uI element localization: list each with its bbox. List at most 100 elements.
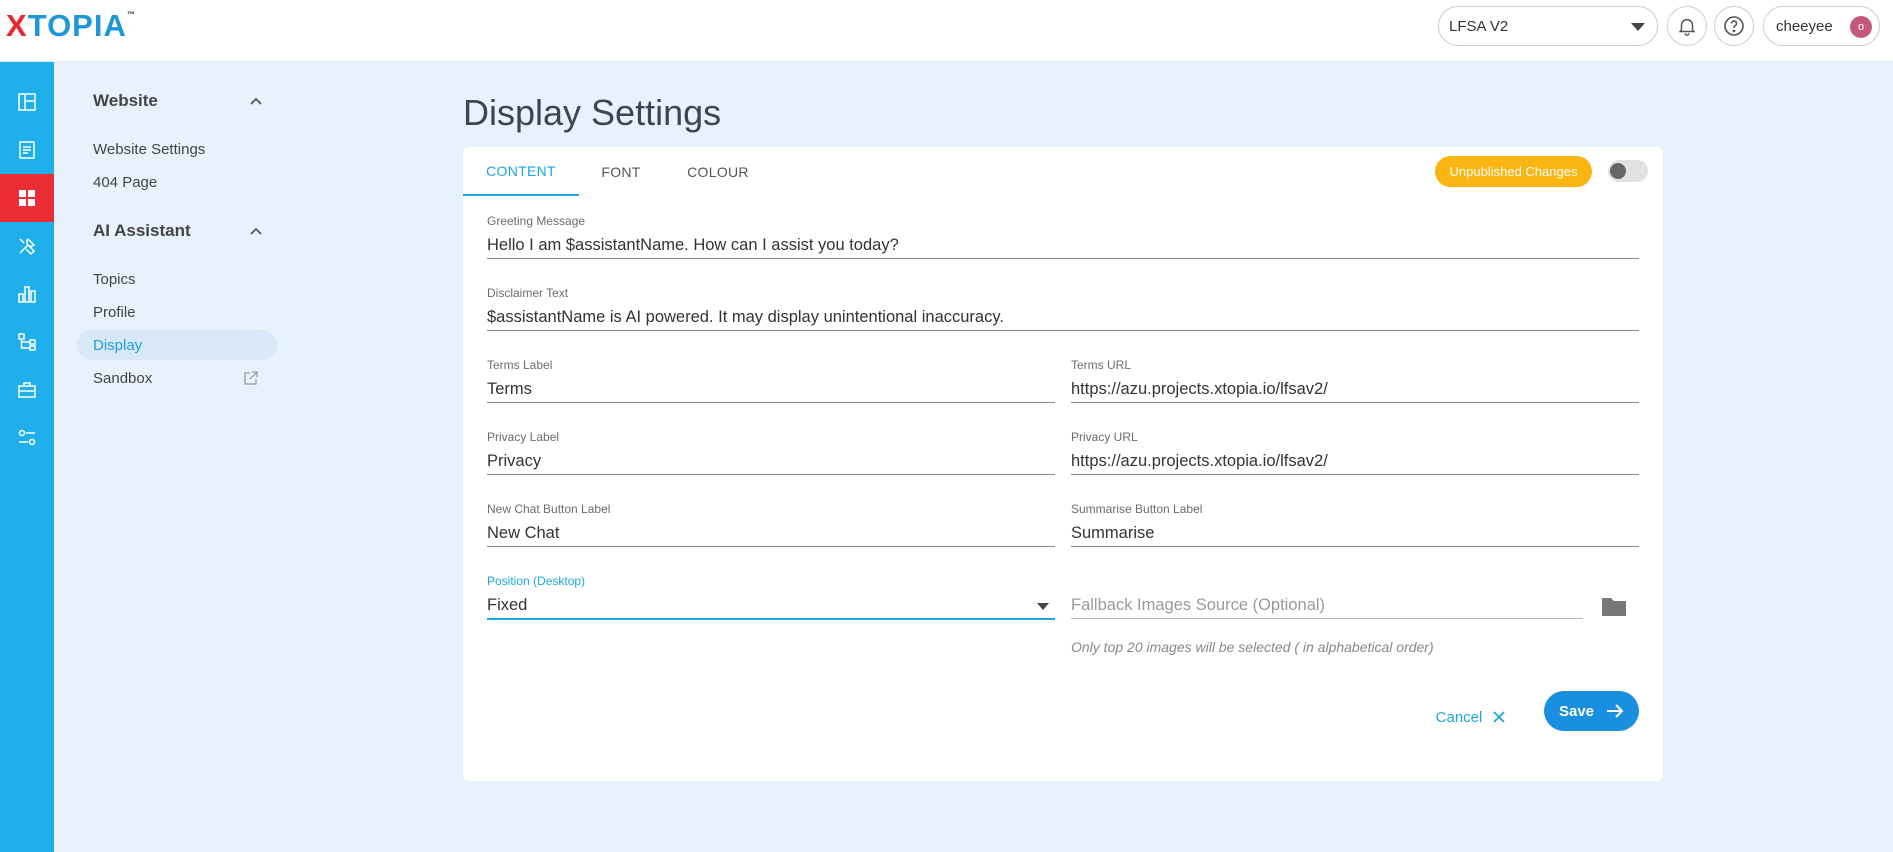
sidebar-item-sandbox[interactable]: Sandbox — [93, 363, 273, 393]
field-label: Privacy URL — [1071, 430, 1138, 444]
sidebar-item-profile[interactable]: Profile — [93, 297, 273, 327]
rail-item-settings[interactable] — [0, 414, 54, 462]
cancel-button[interactable]: Cancel — [1421, 697, 1521, 737]
sidebar-item-label: Sandbox — [93, 369, 153, 387]
field-label: Position (Desktop) — [487, 574, 586, 588]
briefcase-icon — [18, 382, 36, 398]
greeting-message-field[interactable]: Greeting Message Hello I am $assistantNa… — [487, 213, 1639, 259]
close-icon — [1493, 711, 1505, 723]
privacy-label-field[interactable]: Privacy Label Privacy — [487, 429, 1055, 475]
project-select-value: LFSA V2 — [1449, 17, 1509, 35]
rail-item-analytics[interactable] — [0, 270, 54, 318]
folder-icon — [1602, 598, 1626, 616]
field-label: Terms Label — [487, 358, 553, 372]
field-value[interactable]: Terms — [487, 376, 1055, 402]
rail-item-sitemap[interactable] — [0, 318, 54, 366]
sidebar-item-label: Website Settings — [93, 140, 206, 158]
sidebar-item-label: Profile — [93, 303, 136, 321]
chevron-up-icon — [250, 97, 262, 105]
caret-down-icon — [1037, 603, 1049, 610]
sidebar-section-ai-assistant[interactable]: AI Assistant — [93, 218, 263, 244]
rail-item-apps[interactable] — [0, 174, 54, 222]
field-underline — [1071, 474, 1639, 475]
fallback-images-source-field[interactable]: Fallback Images Source (Optional) — [1071, 573, 1583, 619]
field-value[interactable]: Privacy — [487, 448, 1055, 474]
field-placeholder[interactable]: Fallback Images Source (Optional) — [1071, 592, 1583, 618]
field-value[interactable]: New Chat — [487, 520, 1055, 546]
chevron-up-icon — [250, 227, 262, 235]
tools-icon — [19, 237, 36, 256]
notifications-button[interactable] — [1667, 6, 1707, 46]
tab-font[interactable]: FONT — [579, 147, 663, 196]
status-badge: Unpublished Changes — [1435, 156, 1592, 187]
sidebar-item-404-page[interactable]: 404 Page — [93, 167, 273, 197]
field-value[interactable]: Fixed — [487, 592, 1055, 618]
rail-item-tools[interactable] — [0, 222, 54, 270]
bell-icon — [1678, 18, 1696, 36]
sidebar-section-title: Website — [93, 91, 158, 110]
tab-colour[interactable]: COLOUR — [663, 147, 773, 196]
position-desktop-select[interactable]: Position (Desktop) Fixed — [487, 573, 1055, 620]
toggle-knob — [1610, 163, 1626, 179]
help-button[interactable] — [1714, 6, 1754, 46]
tab-content[interactable]: CONTENT — [463, 147, 579, 196]
username: cheeyee — [1776, 17, 1833, 35]
privacy-url-field[interactable]: Privacy URL https://azu.projects.xtopia.… — [1071, 429, 1639, 475]
sitemap-icon — [18, 333, 36, 351]
tab-bar: CONTENT FONT COLOUR Unpublished Changes — [463, 147, 1663, 196]
sidebar-item-topics[interactable]: Topics — [93, 264, 273, 294]
page-title: Display Settings — [463, 92, 722, 133]
terms-url-field[interactable]: Terms URL https://azu.projects.xtopia.io… — [1071, 357, 1639, 403]
rail-item-pages[interactable] — [0, 126, 54, 174]
field-label: Disclaimer Text — [487, 286, 569, 300]
field-label: Summarise Button Label — [1071, 502, 1203, 516]
field-underline — [487, 546, 1055, 547]
terms-label-field[interactable]: Terms Label Terms — [487, 357, 1055, 403]
new-chat-button-label-field[interactable]: New Chat Button Label New Chat — [487, 501, 1055, 547]
icon-rail — [0, 62, 54, 852]
user-menu-button[interactable]: cheeyee o — [1763, 6, 1880, 46]
field-label: Privacy Label — [487, 430, 560, 444]
logo-trademark: ™ — [126, 10, 135, 19]
cancel-button-label: Cancel — [1435, 708, 1483, 726]
grid-icon — [19, 190, 35, 206]
field-underline — [487, 618, 1055, 620]
secondary-sidebar: Website Website Settings 404 Page AI Ass… — [54, 62, 284, 852]
field-value[interactable]: https://azu.projects.xtopia.io/lfsav2/ — [1071, 376, 1639, 402]
browse-folder-button[interactable] — [1600, 594, 1628, 623]
sidebar-item-label: Display — [93, 336, 143, 354]
xtopia-logo[interactable]: XTOPIA™ — [6, 8, 135, 44]
layout-icon — [18, 93, 36, 111]
project-select[interactable]: LFSA V2 — [1438, 6, 1658, 46]
rail-item-layout[interactable] — [0, 78, 54, 126]
sidebar-item-website-settings[interactable]: Website Settings — [93, 134, 273, 164]
field-value[interactable]: Summarise — [1071, 520, 1639, 546]
avatar: o — [1850, 16, 1872, 38]
field-underline — [1071, 618, 1583, 619]
field-label: Greeting Message — [487, 214, 586, 228]
field-underline — [487, 474, 1055, 475]
external-link-icon[interactable] — [243, 370, 259, 386]
field-label — [1071, 573, 1583, 589]
field-value[interactable]: $assistantName is AI powered. It may dis… — [487, 304, 1639, 330]
field-value[interactable]: Hello I am $assistantName. How can I ass… — [487, 232, 1639, 258]
rail-item-tools-box[interactable] — [0, 366, 54, 414]
bar-chart-icon — [18, 286, 36, 303]
logo-text: TOPIA — [27, 8, 127, 43]
field-underline — [487, 402, 1055, 403]
sidebar-item-display[interactable]: Display — [77, 330, 277, 360]
document-icon — [19, 141, 35, 159]
disclaimer-text-field[interactable]: Disclaimer Text $assistantName is AI pow… — [487, 285, 1639, 331]
summarise-button-label-field[interactable]: Summarise Button Label Summarise — [1071, 501, 1639, 547]
sidebar-section-title: AI Assistant — [93, 221, 191, 240]
sidebar-item-label: 404 Page — [93, 173, 158, 191]
sidebar-section-website[interactable]: Website — [93, 88, 263, 114]
field-value[interactable]: https://azu.projects.xtopia.io/lfsav2/ — [1071, 448, 1639, 474]
field-label: New Chat Button Label — [487, 502, 611, 516]
save-button[interactable]: Save — [1544, 691, 1639, 731]
field-underline — [487, 330, 1639, 331]
settings-card: CONTENT FONT COLOUR Unpublished Changes … — [463, 147, 1663, 781]
publish-toggle[interactable] — [1608, 160, 1648, 182]
settings-sliders-icon — [18, 429, 36, 446]
sidebar-item-label: Topics — [93, 270, 136, 288]
